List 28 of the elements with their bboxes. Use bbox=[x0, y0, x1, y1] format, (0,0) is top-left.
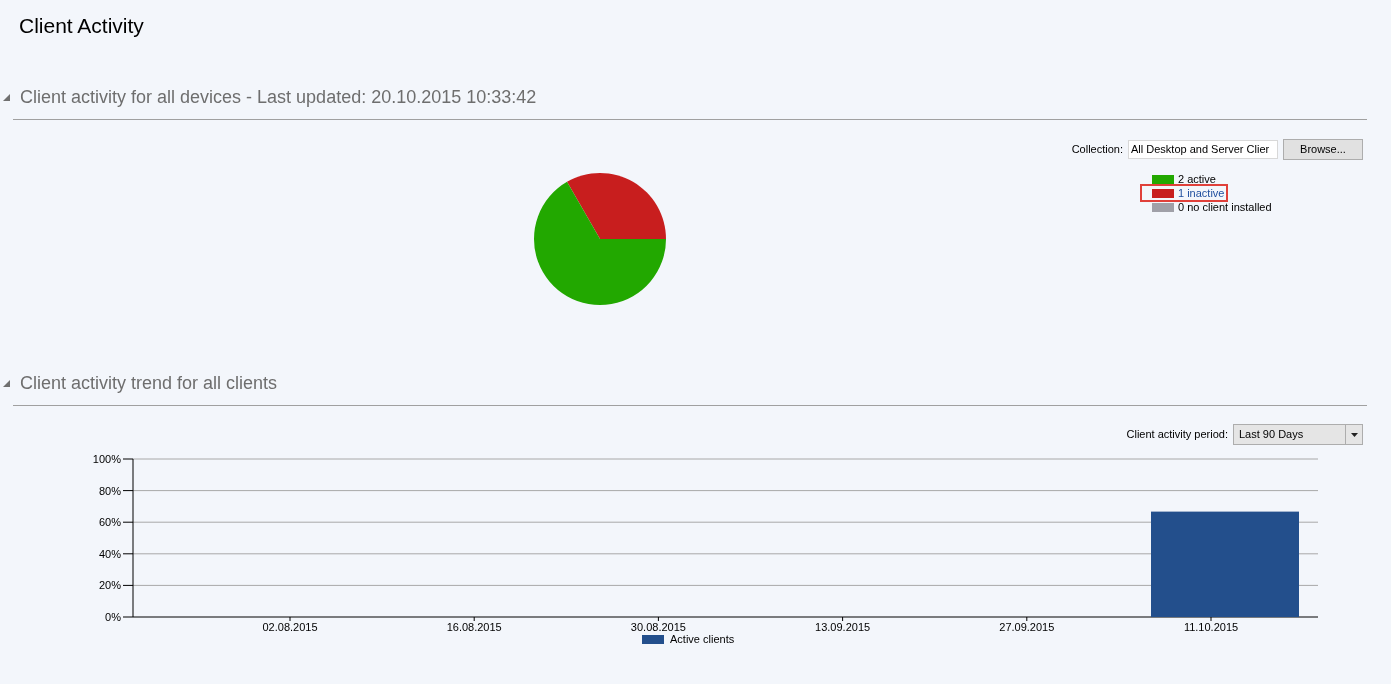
x-tick-label: 16.08.2015 bbox=[446, 621, 502, 633]
collapse-triangle-icon[interactable] bbox=[3, 94, 10, 101]
section-title: Client activity trend for all clients bbox=[20, 372, 278, 395]
x-tick-label: 13.09.2015 bbox=[815, 621, 871, 633]
y-tick-label: 60% bbox=[98, 516, 121, 529]
period-dropdown[interactable]: Last 90 Days bbox=[1233, 424, 1363, 445]
x-tick-label: 02.08.2015 bbox=[262, 621, 318, 633]
legend-label: 2 active bbox=[1178, 171, 1216, 187]
x-tick-label: 30.08.2015 bbox=[630, 621, 686, 633]
browse-button[interactable]: Browse... bbox=[1283, 139, 1363, 160]
legend-swatch bbox=[642, 634, 664, 644]
y-tick-label: 40% bbox=[98, 547, 121, 560]
collection-label: Collection: bbox=[1071, 142, 1123, 158]
y-tick-label: 20% bbox=[98, 579, 121, 592]
period-label: Client activity period: bbox=[1126, 427, 1228, 443]
x-tick-label: 11.10.2015 bbox=[1183, 621, 1239, 633]
legend-label: 1 inactive bbox=[1178, 185, 1225, 201]
section-title: Client activity for all devices - Last updated: 20.10.2015 10:33:42 bbox=[20, 86, 537, 109]
x-tick-label: 27.09.2015 bbox=[999, 621, 1055, 633]
y-tick-label: 100% bbox=[92, 453, 121, 465]
collection-field[interactable]: All Desktop and Server Clier bbox=[1128, 140, 1278, 159]
legend-label: 0 no client installed bbox=[1178, 199, 1272, 215]
legend-label: Active clients bbox=[670, 632, 735, 647]
page-title: Client Activity bbox=[18, 13, 144, 39]
dropdown-arrow-icon bbox=[1350, 432, 1358, 437]
y-tick-label: 0% bbox=[105, 611, 121, 623]
collapse-triangle-icon[interactable] bbox=[3, 380, 10, 387]
y-tick-label: 80% bbox=[98, 484, 121, 497]
